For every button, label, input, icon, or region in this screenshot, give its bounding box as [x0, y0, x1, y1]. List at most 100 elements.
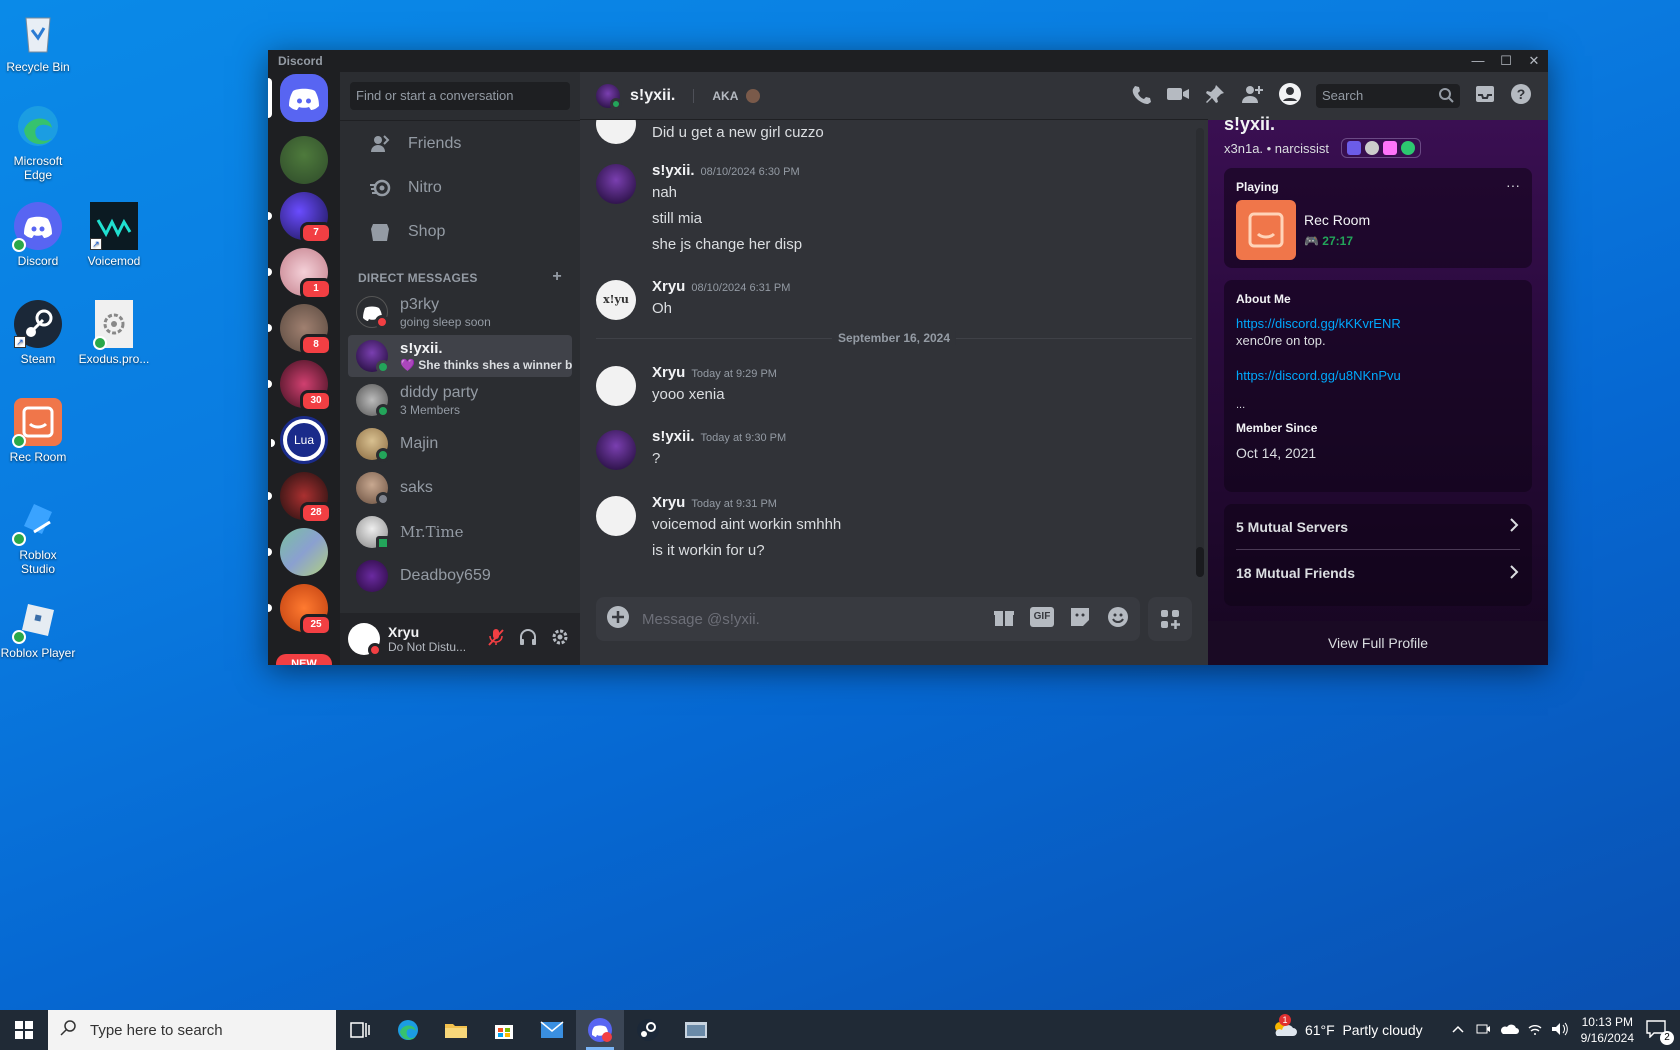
desktop-icon-edge[interactable]: Microsoft Edge: [0, 102, 76, 182]
server-icon[interactable]: [280, 136, 328, 184]
help-icon[interactable]: ?: [1510, 83, 1532, 110]
message-author[interactable]: Xryu: [652, 494, 685, 511]
mutual-servers-row[interactable]: 5 Mutual Servers: [1236, 504, 1520, 550]
server-icon[interactable]: 30: [268, 360, 332, 412]
video-call-icon[interactable]: [1166, 83, 1190, 110]
nav-nitro[interactable]: Nitro: [348, 167, 572, 209]
message-author[interactable]: Xryu: [652, 364, 685, 381]
avatar[interactable]: [596, 164, 636, 204]
taskbar-app[interactable]: [672, 1010, 720, 1050]
inbox-icon[interactable]: [1474, 83, 1496, 110]
desktop-icon-recycle-bin[interactable]: Recycle Bin: [0, 8, 76, 74]
gif-button[interactable]: GIF: [1030, 606, 1054, 627]
pin-icon[interactable]: [1204, 83, 1226, 110]
server-icon[interactable]: 25: [268, 584, 332, 636]
create-dm-button[interactable]: +: [552, 269, 562, 285]
search-input[interactable]: Search: [1316, 84, 1460, 108]
home-button[interactable]: [268, 74, 328, 122]
dm-item[interactable]: Mr.Time: [348, 511, 572, 553]
taskbar-mail[interactable]: [528, 1010, 576, 1050]
network-wifi-icon[interactable]: [1527, 1022, 1543, 1039]
chevron-up-icon[interactable]: [1451, 1022, 1465, 1039]
notification-center-icon[interactable]: 2: [1646, 1019, 1674, 1045]
taskbar-discord[interactable]: [576, 1010, 624, 1050]
add-attachment-icon[interactable]: [606, 605, 630, 634]
avatar[interactable]: [596, 120, 636, 144]
desktop-icon-rec-room[interactable]: Rec Room: [0, 398, 76, 464]
apps-button[interactable]: [1148, 597, 1192, 641]
mutual-friends-row[interactable]: 18 Mutual Friends: [1236, 550, 1520, 596]
server-icon[interactable]: 28: [268, 472, 332, 524]
taskbar: Type here to search 1 61°F Partly cloudy…: [0, 1010, 1680, 1050]
meet-now-icon[interactable]: [1475, 1021, 1491, 1040]
server-icon[interactable]: [268, 528, 328, 576]
taskbar-file-explorer[interactable]: [432, 1010, 480, 1050]
about-link[interactable]: https://discord.gg/kKKvrENR: [1236, 316, 1520, 331]
server-icon[interactable]: 1: [268, 248, 332, 300]
aka-section[interactable]: AKA: [693, 88, 761, 103]
message: Xryu Today at 9:29 PM yooo xenia: [596, 364, 1192, 408]
about-link[interactable]: https://discord.gg/u8NKnPvu: [1236, 368, 1520, 383]
weather-icon[interactable]: 1: [1271, 1013, 1297, 1043]
chat-scrollbar[interactable]: [1196, 128, 1204, 577]
message-author[interactable]: s!yxii.: [652, 162, 695, 179]
maximize-button[interactable]: ☐: [1492, 53, 1520, 69]
user-avatar[interactable]: [348, 623, 382, 657]
taskbar-search[interactable]: Type here to search: [48, 1010, 336, 1050]
avatar[interactable]: [596, 366, 636, 406]
settings-gear-icon[interactable]: [550, 627, 570, 652]
avatar[interactable]: [596, 430, 636, 470]
desktop-icon-roblox-player[interactable]: Roblox Player: [0, 594, 76, 660]
close-button[interactable]: ✕: [1520, 53, 1548, 69]
desktop-icon-discord[interactable]: Discord: [0, 202, 76, 268]
voice-call-icon[interactable]: [1130, 83, 1152, 110]
dm-item[interactable]: diddy party 3 Members: [348, 379, 572, 421]
desktop-icon-roblox-studio[interactable]: Roblox Studio: [0, 496, 76, 576]
view-full-profile-button[interactable]: View Full Profile: [1208, 621, 1548, 665]
headphones-icon[interactable]: [518, 627, 538, 652]
start-button[interactable]: [0, 1010, 48, 1050]
server-icon[interactable]: Lua: [271, 416, 328, 464]
dm-item-selected[interactable]: s!yxii. 💜 She thinks shes a winner b...: [348, 335, 572, 377]
nav-shop[interactable]: Shop: [348, 211, 572, 253]
weather-text[interactable]: 61°F Partly cloudy: [1305, 1022, 1423, 1038]
add-friends-to-dm-icon[interactable]: [1240, 83, 1264, 110]
dm-item[interactable]: Deadboy659: [348, 555, 572, 597]
user-profile-toggle-icon[interactable]: [1278, 82, 1302, 111]
volume-icon[interactable]: [1551, 1022, 1569, 1039]
dm-item[interactable]: Majin: [348, 423, 572, 465]
system-clock[interactable]: 10:13 PM 9/16/2024: [1581, 1014, 1634, 1046]
mute-microphone-icon[interactable]: [486, 627, 506, 652]
server-icon[interactable]: 7: [268, 192, 332, 244]
emoji-icon[interactable]: [1106, 605, 1130, 634]
avatar[interactable]: x!yu: [596, 280, 636, 320]
taskbar-steam[interactable]: [624, 1010, 672, 1050]
find-conversation-button[interactable]: Find or start a conversation: [350, 82, 570, 110]
new-badge[interactable]: NEW: [276, 654, 332, 665]
message-author[interactable]: s!yxii.: [652, 428, 695, 445]
message-input[interactable]: Message @s!yxii.: [642, 611, 992, 628]
gift-icon[interactable]: [992, 605, 1016, 634]
boost-badge-icon[interactable]: [1382, 141, 1397, 155]
avatar[interactable]: [596, 496, 636, 536]
hypesquad-badge-icon[interactable]: [1346, 141, 1361, 155]
dm-item[interactable]: p3rky going sleep soon: [348, 291, 572, 333]
desktop-icon-steam[interactable]: ↗ Steam: [0, 300, 76, 366]
scrollbar-thumb[interactable]: [1196, 547, 1204, 577]
onedrive-icon[interactable]: [1499, 1022, 1519, 1039]
message-author[interactable]: Xryu: [652, 278, 685, 295]
nav-friends[interactable]: Friends: [348, 123, 572, 165]
desktop-icon-exodus[interactable]: Exodus.pro...: [76, 300, 152, 366]
more-options-icon[interactable]: ···: [1506, 178, 1520, 194]
desktop-icon-voicemod[interactable]: ↗ Voicemod: [76, 202, 152, 268]
discord-window: Discord — ☐ ✕ 7 1 8 30 Lua 28 25 NEW Fin…: [268, 50, 1548, 665]
minimize-button[interactable]: —: [1464, 53, 1492, 69]
taskbar-store[interactable]: [480, 1010, 528, 1050]
nitro-badge-icon[interactable]: [1364, 141, 1379, 155]
sticker-icon[interactable]: [1068, 605, 1092, 634]
quest-badge-icon[interactable]: [1400, 141, 1415, 155]
dm-item[interactable]: saks: [348, 467, 572, 509]
task-view-button[interactable]: [336, 1010, 384, 1050]
server-icon[interactable]: 8: [268, 304, 332, 356]
taskbar-edge[interactable]: [384, 1010, 432, 1050]
